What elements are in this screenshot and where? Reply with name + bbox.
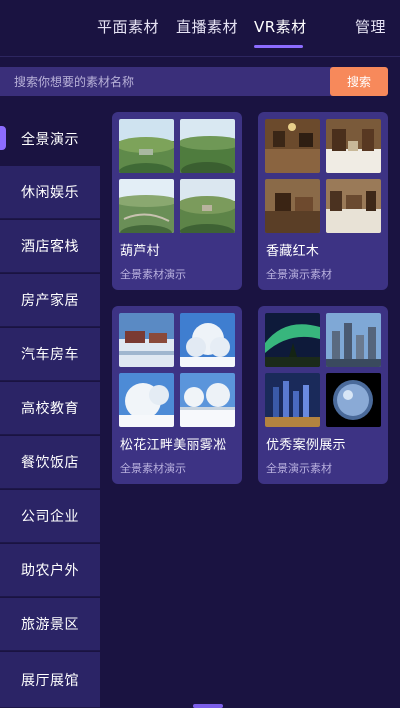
panorama-thumbnail: [180, 373, 235, 427]
card-subtitle: 全景演示素材: [266, 268, 332, 281]
sidebar-item-hotel[interactable]: 酒店客栈: [0, 220, 100, 273]
sidebar-item-label: 汽车房车: [21, 347, 79, 363]
search-input[interactable]: [0, 67, 330, 96]
sidebar-item-real-estate[interactable]: 房产家居: [0, 274, 100, 327]
search-bar: 搜索: [0, 67, 388, 96]
card-thumbnails: [119, 119, 235, 233]
sidebar-item-tourism[interactable]: 旅游景区: [0, 598, 100, 651]
tab-live-materials[interactable]: 直播素材: [176, 16, 238, 37]
panorama-thumbnail: [119, 373, 174, 427]
material-card[interactable]: 葫芦村 全景素材演示: [112, 112, 242, 290]
card-title: 香藏红木: [266, 244, 320, 259]
panorama-thumbnail: [265, 179, 320, 233]
card-subtitle: 全景素材演示: [120, 462, 186, 475]
top-nav: 平面素材 直播素材 VR素材 管理: [0, 0, 400, 56]
nav-divider: [0, 56, 400, 57]
sidebar-item-label: 公司企业: [21, 509, 79, 525]
panorama-thumbnail: [326, 313, 381, 367]
sidebar-item-label: 酒店客栈: [21, 239, 79, 255]
sidebar-item-label: 助农户外: [21, 563, 79, 579]
material-card[interactable]: 香藏红木 全景演示素材: [258, 112, 388, 290]
tab-vr-materials[interactable]: VR素材: [254, 16, 307, 37]
panorama-thumbnail: [119, 179, 174, 233]
sidebar-item-cars[interactable]: 汽车房车: [0, 328, 100, 381]
panorama-thumbnail: [265, 313, 320, 367]
tab-flat-materials[interactable]: 平面素材: [97, 16, 159, 37]
panorama-thumbnail: [326, 373, 381, 427]
sidebar-item-company[interactable]: 公司企业: [0, 490, 100, 543]
card-title: 优秀案例展示: [266, 438, 346, 453]
card-thumbnails: [265, 119, 381, 233]
active-category-marker: [0, 126, 6, 150]
sidebar-item-label: 高校教育: [21, 401, 79, 417]
panorama-thumbnail: [265, 373, 320, 427]
sidebar-item-leisure[interactable]: 休闲娱乐: [0, 166, 100, 219]
card-title: 松花江畔美丽雾凇: [120, 438, 227, 453]
material-card[interactable]: 优秀案例展示 全景演示素材: [258, 306, 388, 484]
sidebar-item-label: 展厅展馆: [21, 672, 79, 689]
sidebar-item-agriculture[interactable]: 助农户外: [0, 544, 100, 597]
panorama-thumbnail: [326, 179, 381, 233]
home-indicator: [193, 704, 223, 708]
tab-manage[interactable]: 管理: [355, 16, 386, 37]
panorama-thumbnail: [180, 179, 235, 233]
sidebar-item-label: 休闲娱乐: [21, 185, 79, 201]
category-sidebar: 全景演示 休闲娱乐 酒店客栈 房产家居 汽车房车 高校教育 餐饮饭店 公司企业 …: [0, 112, 100, 708]
panorama-thumbnail: [119, 313, 174, 367]
sidebar-item-label: 全景演示: [21, 131, 79, 148]
card-title: 葫芦村: [120, 244, 160, 259]
sidebar-item-exhibition[interactable]: 展厅展馆: [0, 652, 100, 708]
panorama-thumbnail: [119, 119, 174, 173]
sidebar-item-panorama-demo[interactable]: 全景演示: [0, 112, 100, 165]
panorama-thumbnail: [265, 119, 320, 173]
panorama-thumbnail: [180, 313, 235, 367]
panorama-thumbnail: [180, 119, 235, 173]
search-button[interactable]: 搜索: [330, 67, 388, 96]
sidebar-item-education[interactable]: 高校教育: [0, 382, 100, 435]
card-subtitle: 全景演示素材: [266, 462, 332, 475]
card-thumbnails: [119, 313, 235, 427]
sidebar-item-label: 房产家居: [21, 293, 79, 309]
sidebar-item-label: 餐饮饭店: [21, 455, 79, 471]
panorama-thumbnail: [326, 119, 381, 173]
card-thumbnails: [265, 313, 381, 427]
card-subtitle: 全景素材演示: [120, 268, 186, 281]
sidebar-item-dining[interactable]: 餐饮饭店: [0, 436, 100, 489]
material-card[interactable]: 松花江畔美丽雾凇 全景素材演示: [112, 306, 242, 484]
sidebar-item-label: 旅游景区: [21, 617, 79, 633]
active-tab-indicator: [254, 45, 303, 48]
